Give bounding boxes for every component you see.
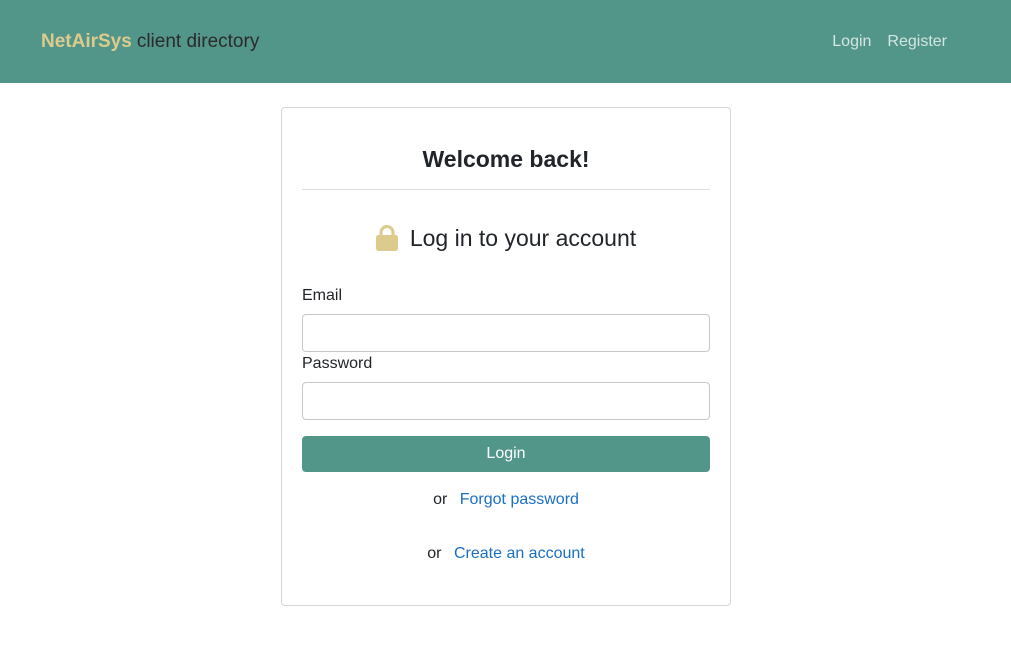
create-account-row: or Create an account	[302, 545, 710, 563]
forgot-password-link[interactable]: Forgot password	[460, 491, 579, 508]
password-input[interactable]	[302, 382, 710, 420]
login-card: Welcome back! Log in to your account Ema…	[281, 107, 731, 606]
email-input[interactable]	[302, 314, 710, 352]
brand-tagline[interactable]: client directory	[137, 31, 260, 53]
nav-login-link[interactable]: Login	[832, 33, 871, 51]
lock-icon	[375, 225, 398, 251]
login-button[interactable]: Login	[302, 436, 710, 472]
divider	[302, 189, 710, 190]
forgot-password-row: or Forgot password	[302, 491, 710, 509]
brand[interactable]: NetAirSys client directory	[41, 31, 259, 53]
or-text: or	[427, 545, 442, 562]
brand-name[interactable]: NetAirSys	[41, 31, 132, 53]
welcome-heading: Welcome back!	[422, 146, 590, 172]
nav-links: Login Register	[832, 33, 947, 51]
email-label: Email	[302, 287, 343, 304]
create-account-link[interactable]: Create an account	[454, 545, 585, 562]
subheading-text: Log in to your account	[409, 224, 637, 251]
top-navbar: NetAirSys client directory Login Registe…	[0, 0, 1011, 83]
password-label: Password	[302, 355, 373, 372]
nav-register-link[interactable]: Register	[887, 33, 947, 51]
or-text: or	[433, 491, 448, 508]
login-subheading: Log in to your account	[302, 223, 710, 253]
